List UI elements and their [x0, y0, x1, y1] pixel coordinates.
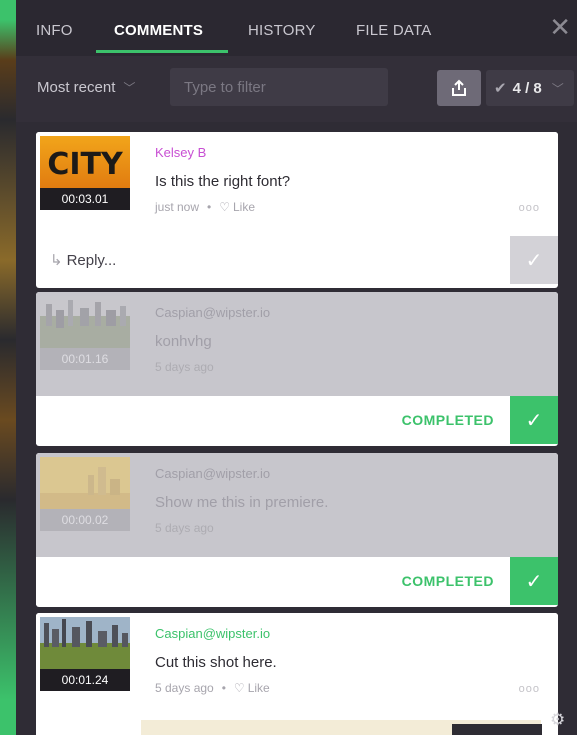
comment-card[interactable]: 00:01.24 Caspian@wipster.io Cut this sho… [36, 613, 558, 735]
comment-thumbnail[interactable] [40, 617, 130, 671]
timecode-badge[interactable]: 00:01.16 [40, 348, 130, 370]
tab-file-data[interactable]: FILE DATA [356, 22, 431, 39]
comment-author: Caspian@wipster.io [155, 305, 271, 320]
comment-list: CITY 00:03.01 Kelsey B Is this the right… [16, 122, 577, 735]
comment-author: Kelsey B [155, 145, 207, 160]
check-icon: ✔ [494, 80, 507, 97]
comment-card[interactable]: CITY 00:03.01 Kelsey B Is this the right… [36, 132, 558, 288]
more-options-icon[interactable]: ooo [519, 683, 540, 695]
tab-history[interactable]: HISTORY [248, 22, 316, 39]
comment-meta: 5 days ago [155, 521, 214, 535]
more-options-icon[interactable]: ooo [519, 202, 540, 214]
settings-gear-icon[interactable]: ⚙ [550, 710, 565, 730]
status-row: COMPLETED ✓ [36, 396, 558, 444]
export-button[interactable] [437, 70, 481, 106]
heart-icon: ♡ [233, 681, 245, 695]
comment-meta: 5 days ago [155, 360, 214, 374]
comments-panel: INFO COMMENTS HISTORY FILE DATA ✕ Most r… [16, 0, 577, 735]
panel-tabs: INFO COMMENTS HISTORY FILE DATA ✕ [16, 0, 577, 56]
check-icon: ✓ [525, 249, 543, 272]
comment-author: Caspian@wipster.io [155, 626, 271, 641]
sort-label: Most recent [37, 79, 116, 96]
timecode-badge[interactable]: 00:01.24 [40, 669, 130, 691]
comment-time: 5 days ago [155, 521, 214, 535]
comment-thumbnail[interactable]: CITY [40, 136, 130, 190]
share-icon [452, 79, 466, 96]
close-icon[interactable]: ✕ [549, 12, 571, 43]
like-button[interactable]: ♡ Like [234, 681, 270, 695]
chevron-down-icon: ﹀ [551, 81, 564, 96]
comment-text: Show me this in premiere. [155, 494, 329, 511]
timecode-badge[interactable]: 00:00.02 [40, 509, 130, 531]
comment-card[interactable]: 00:00.02 Caspian@wipster.io Show me this… [36, 453, 558, 607]
comment-meta: 5 days ago • ♡ Like [155, 681, 270, 695]
tab-comments[interactable]: COMMENTS [114, 22, 203, 39]
status-badge: COMPLETED [401, 412, 494, 428]
filter-input[interactable] [170, 68, 388, 106]
comment-time: 5 days ago [155, 360, 214, 374]
completed-counter: 4 / 8 [512, 79, 542, 97]
reply-preview-bar [452, 724, 542, 735]
comment-author: Caspian@wipster.io [155, 466, 271, 481]
comment-time: 5 days ago [155, 681, 214, 695]
reply-row[interactable]: ↳ Reply... ✓ [36, 236, 558, 284]
active-tab-indicator [96, 50, 228, 53]
background-video-edge [0, 0, 16, 735]
mark-complete-button[interactable]: ✓ [510, 396, 558, 444]
reply-arrow-icon: ↳ [50, 252, 63, 269]
check-icon: ✓ [525, 570, 543, 593]
heart-icon: ♡ [219, 200, 230, 214]
comment-text: Cut this shot here. [155, 654, 277, 671]
comment-text: Is this the right font? [155, 173, 291, 190]
filter-bar: Most recent ﹀ ✔ 4 / 8 ﹀ [16, 56, 577, 122]
mark-complete-button[interactable]: ✓ [510, 236, 558, 284]
reply-label: Reply... [66, 252, 117, 269]
completed-filter-dropdown[interactable]: ✔ 4 / 8 ﹀ [486, 70, 574, 106]
timecode-badge[interactable]: 00:03.01 [40, 188, 130, 210]
comment-thumbnail[interactable] [40, 296, 130, 350]
status-badge: COMPLETED [401, 573, 494, 589]
sort-dropdown[interactable]: Most recent ﹀ [37, 79, 135, 96]
check-icon: ✓ [525, 409, 543, 432]
mark-complete-button[interactable]: ✓ [510, 557, 558, 605]
comment-thumbnail[interactable] [40, 457, 130, 511]
status-row: COMPLETED ✓ [36, 557, 558, 605]
comment-card[interactable]: 00:01.16 Caspian@wipster.io konhvhg 5 da… [36, 292, 558, 446]
comment-time: just now [155, 200, 200, 214]
thumbnail-title: CITY [47, 147, 124, 182]
comment-text: konhvhg [155, 333, 212, 350]
like-button[interactable]: ♡ Like [219, 200, 255, 214]
comment-meta: just now • ♡ Like [155, 200, 256, 214]
tab-info[interactable]: INFO [36, 22, 73, 39]
chevron-down-icon: ﹀ [123, 81, 136, 95]
